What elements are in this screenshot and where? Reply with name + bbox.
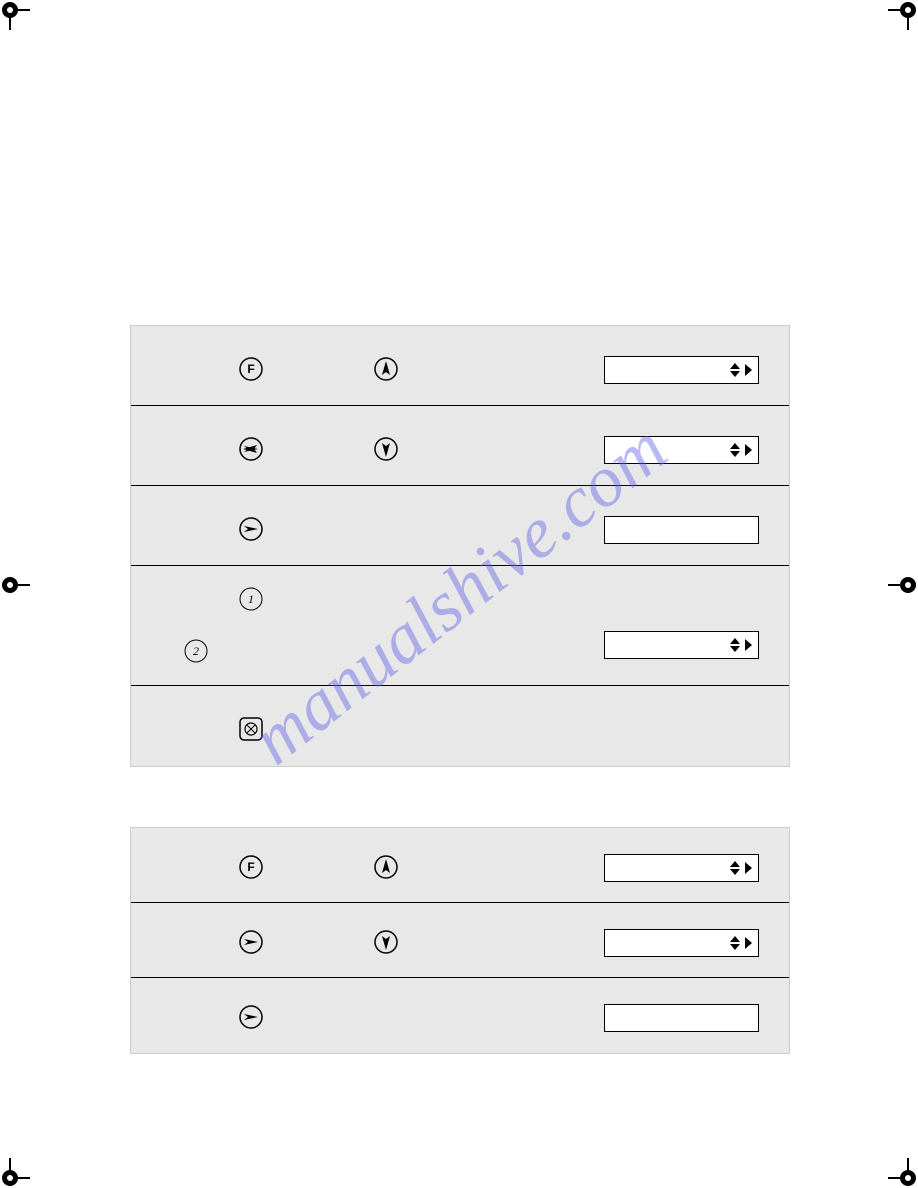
right-arrow-in-circle-icon (236, 927, 266, 957)
right-triangle-icon (745, 364, 752, 376)
svg-text:2: 2 (193, 644, 199, 658)
down-arrow-in-circle-icon (371, 927, 401, 957)
svg-text:F: F (247, 362, 254, 376)
instruction-panel-1: F (130, 325, 790, 767)
svg-text:F: F (247, 860, 254, 874)
step-row-6: F (131, 828, 789, 903)
up-arrow-in-circle-icon (371, 354, 401, 384)
display-field-3 (604, 516, 759, 544)
crop-mark-top-right (888, 0, 918, 30)
step-row-3 (131, 486, 789, 566)
display-field-1 (604, 356, 759, 384)
right-arrow-in-circle-icon (236, 1002, 266, 1032)
right-arrow-in-circle-icon (236, 434, 266, 464)
display-field-8 (604, 1004, 759, 1032)
display-field-4 (604, 631, 759, 659)
step-row-2 (131, 406, 789, 486)
main-content: F (130, 325, 790, 1114)
stop-button-icon (236, 714, 266, 744)
step-row-5 (131, 686, 789, 766)
f-key-icon: F (236, 852, 266, 882)
right-triangle-icon (745, 639, 752, 651)
display-field-7 (604, 929, 759, 957)
display-field-6 (604, 854, 759, 882)
crop-mark-bottom-right (888, 1158, 918, 1188)
up-arrow-in-circle-icon (371, 852, 401, 882)
up-down-arrows-icon (730, 861, 740, 875)
right-triangle-icon (745, 937, 752, 949)
step-row-7 (131, 903, 789, 978)
right-triangle-icon (745, 862, 752, 874)
crop-mark-left (0, 570, 30, 600)
svg-text:1: 1 (248, 592, 254, 606)
crop-mark-right (888, 570, 918, 600)
step-row-1: F (131, 326, 789, 406)
step-row-8 (131, 978, 789, 1053)
display-field-2 (604, 436, 759, 464)
right-triangle-icon (745, 444, 752, 456)
down-arrow-in-circle-icon (371, 434, 401, 464)
crop-mark-top-left (0, 0, 30, 30)
right-arrow-in-circle-icon (236, 514, 266, 544)
up-down-arrows-icon (730, 443, 740, 457)
up-down-arrows-icon (730, 363, 740, 377)
instruction-panel-2: F (130, 827, 790, 1054)
f-key-icon: F (236, 354, 266, 384)
up-down-arrows-icon (730, 936, 740, 950)
up-down-arrows-icon (730, 638, 740, 652)
step-row-4: 1 2 (131, 566, 789, 686)
circle-one-icon: 1 (236, 584, 266, 614)
crop-mark-bottom-left (0, 1158, 30, 1188)
circle-two-icon: 2 (181, 636, 211, 666)
